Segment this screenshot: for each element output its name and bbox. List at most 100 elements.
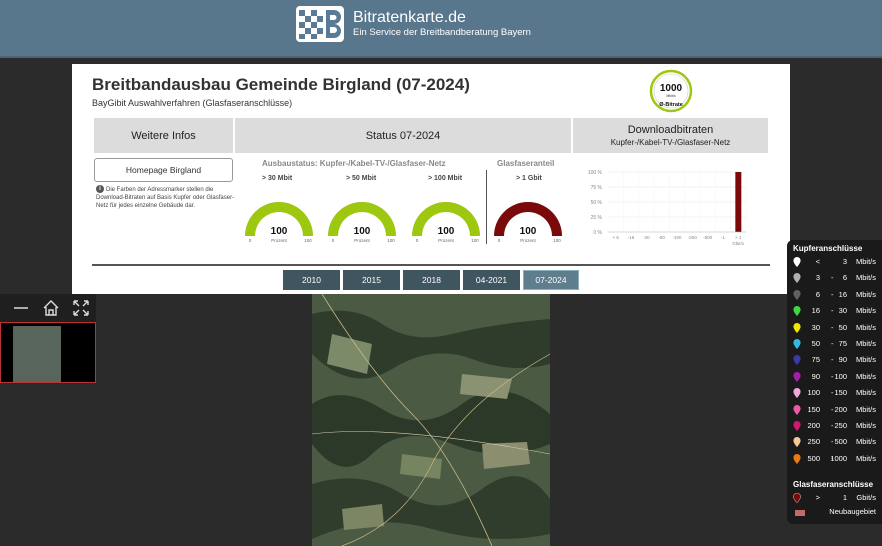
- gauge-100-mbit: 100Prozent0 100: [412, 202, 480, 243]
- marker-pin-icon: [793, 388, 801, 399]
- map-toolbar: [0, 294, 96, 322]
- legend-unit: Mbit/s: [855, 289, 876, 299]
- year-button-2010[interactable]: 2010: [283, 270, 340, 290]
- year-button-2018[interactable]: 2018: [403, 270, 460, 290]
- chart-x-label: Gbit/s: [732, 241, 745, 246]
- legend-lo: <: [815, 257, 820, 266]
- legend-unit: Mbit/s: [855, 339, 876, 348]
- marker-pin-icon: [793, 371, 801, 382]
- marker-pin-icon: [793, 322, 801, 333]
- gauge-min: 0: [249, 238, 252, 243]
- legend-row: 500-1000 Mbit/s: [787, 451, 882, 467]
- legend-lo: 50: [811, 339, 820, 348]
- legend-dash: -: [831, 404, 834, 414]
- column-header-downloadbitraten: Downloadbitraten Kupfer-/Kabel-TV-/Glasf…: [573, 118, 768, 153]
- fullscreen-icon[interactable]: [71, 298, 91, 318]
- legend-lo: 16: [811, 306, 820, 316]
- marker-pin-icon: [793, 306, 801, 317]
- gauge-30-label: > 30 Mbit: [262, 175, 293, 182]
- aerial-map[interactable]: [312, 294, 550, 546]
- legend-lo: 6: [815, 289, 820, 299]
- legend-unit: Mbit/s: [855, 273, 876, 283]
- chart-y-tick: 50 %: [591, 200, 603, 206]
- legend-dash: -: [831, 437, 834, 447]
- legend-hi: 500: [834, 437, 847, 447]
- legend-fiber-hi: 1: [842, 493, 847, 502]
- legend-hi: 1000: [830, 453, 847, 463]
- year-button-2015[interactable]: 2015: [343, 270, 400, 290]
- legend-lo: 100: [807, 388, 820, 398]
- legend-row: 150 -200 Mbit/s: [787, 402, 882, 418]
- overview-map[interactable]: [0, 322, 96, 383]
- legend-unit: Mbit/s: [855, 421, 876, 430]
- average-bitrate-badge: 1000 Mbit/s Ø-Bitrate: [649, 69, 693, 113]
- legend-unit: Mbit/s: [855, 371, 876, 381]
- legend-lo: 90: [811, 371, 820, 381]
- gauge-unit: Prozent: [271, 238, 287, 243]
- chart-x-tick: -250: [688, 235, 698, 240]
- marker-pin-icon: [793, 339, 801, 349]
- marker-pin-icon: [793, 453, 801, 464]
- legend-dash: -: [831, 371, 834, 381]
- gauge-1gbit-label: > 1 Gbit: [516, 175, 542, 182]
- legend-dash: -: [831, 289, 834, 299]
- marker-info-text: Die Farben der Adressmarker stellen die …: [96, 187, 235, 209]
- legend-row: 16 -30 Mbit/s: [787, 303, 882, 319]
- badge-value: 1000: [660, 83, 683, 94]
- legend-hi: 250: [834, 421, 847, 430]
- legend-row: 6 -16 Mbit/s: [787, 287, 882, 303]
- gauge-50-label: > 50 Mbit: [346, 175, 377, 182]
- brand-title[interactable]: Bitratenkarte.de: [353, 9, 466, 27]
- legend-lo: 200: [807, 421, 820, 430]
- site-header: Bitratenkarte.de Ein Service der Breitba…: [0, 0, 882, 58]
- neubaugebiet-swatch: [795, 510, 805, 516]
- legend-dash: -: [831, 273, 834, 283]
- column-header-label: Weitere Infos: [131, 129, 196, 142]
- minimize-icon[interactable]: [11, 298, 31, 318]
- legend-unit: Mbit/s: [855, 257, 876, 266]
- brand-subtitle: Ein Service der Breitbandberatung Bayern: [353, 27, 531, 38]
- gauge-value: 100: [438, 226, 455, 237]
- gauge-min: 0: [498, 238, 501, 243]
- chart-x-tick: -30: [643, 235, 650, 240]
- year-button-04-2021[interactable]: 04-2021: [463, 270, 520, 290]
- marker-pin-icon: [793, 493, 801, 503]
- chart-bar: [735, 172, 742, 232]
- year-button-07-2024[interactable]: 07-2024: [523, 270, 579, 290]
- legend-row: 75 -90 Mbit/s: [787, 352, 882, 368]
- gauge-max: 100: [471, 238, 479, 243]
- gauge-max: 100: [304, 238, 312, 243]
- chart-y-tick: 100 %: [588, 170, 603, 176]
- gauge-unit: Prozent: [354, 238, 370, 243]
- chart-x-tick: -100: [672, 235, 682, 240]
- legend-unit: Mbit/s: [855, 437, 876, 447]
- legend-fiber-lo: >: [815, 493, 820, 502]
- legend-dash: -: [831, 322, 834, 332]
- gauge-value: 100: [354, 226, 371, 237]
- homepage-button[interactable]: Homepage Birgland: [94, 158, 233, 182]
- page-subtitle: BayGibit Auswahlverfahren (Glasfaseransc…: [92, 98, 293, 108]
- legend-lo: 75: [811, 355, 820, 365]
- legend-dash: -: [831, 421, 834, 430]
- download-bitrate-chart: 100 % 75 % 50 % 25 % 0 % < 6 -16 -30 -50 -100 -250…: [588, 170, 747, 246]
- panel-divider: [92, 264, 770, 266]
- legend-hi: 16: [838, 289, 847, 299]
- legend-row: 100 -150 Mbit/s: [787, 385, 882, 401]
- gauge-50-mbit: 100Prozent0 100: [328, 202, 396, 243]
- bitratenkarte-logo[interactable]: [296, 6, 344, 42]
- marker-pin-icon: [793, 257, 801, 267]
- neubaugebiet-label: Neubaugebiet: [829, 507, 876, 516]
- gauge-unit: Prozent: [520, 238, 536, 243]
- legend-hi: 200: [834, 404, 847, 414]
- marker-pin-icon: [793, 404, 801, 415]
- legend-unit: Mbit/s: [855, 388, 876, 398]
- marker-pin-icon: [793, 273, 801, 284]
- chart-x-tick: -16: [628, 235, 635, 240]
- legend-lo: 500: [807, 453, 820, 463]
- legend-fiber-unit: Gbit/s: [856, 493, 876, 502]
- gauge-min: 0: [332, 238, 335, 243]
- home-icon[interactable]: [41, 298, 61, 318]
- legend-hi: 50: [838, 322, 847, 332]
- fiber-share-label: Glasfaseranteil: [497, 159, 555, 168]
- gauge-max: 100: [387, 238, 395, 243]
